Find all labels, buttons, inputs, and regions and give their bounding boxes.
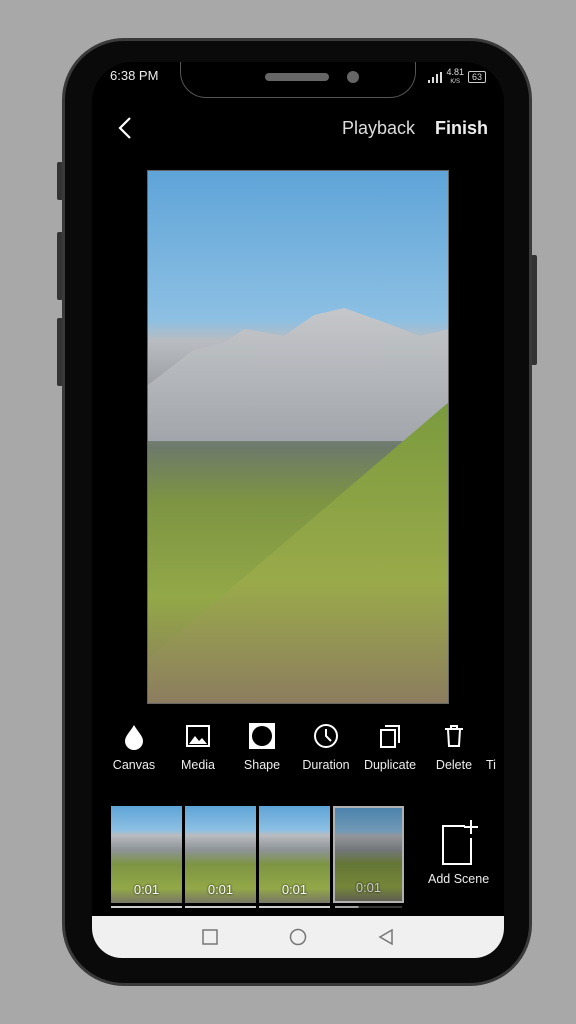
- scene-thumbnail[interactable]: 0:01: [185, 806, 256, 908]
- tool-label: Delete: [435, 758, 473, 772]
- duplicate-button[interactable]: Duplicate: [358, 722, 422, 772]
- playback-button[interactable]: Playback: [342, 118, 415, 139]
- scene-duration: 0:01: [355, 880, 382, 895]
- tool-label: Shape: [243, 758, 281, 772]
- scene-progress: [111, 906, 182, 908]
- finish-button[interactable]: Finish: [435, 118, 488, 139]
- scene-timeline: 0:01 0:01 0:01 0:01: [111, 806, 404, 908]
- speed-value: 4.81: [446, 67, 464, 77]
- canvas-button[interactable]: Canvas: [102, 722, 166, 772]
- camera: [347, 71, 359, 83]
- android-nav-bar: [92, 916, 504, 958]
- add-scene-button[interactable]: Add Scene: [428, 818, 489, 886]
- speed-unit: K/S: [450, 79, 461, 85]
- shape-icon: [249, 723, 275, 749]
- drop-icon: [125, 725, 143, 750]
- chevron-left-icon[interactable]: [114, 114, 138, 142]
- scene-thumbnail-selected[interactable]: 0:01: [333, 806, 404, 908]
- status-icons: 4.81 K/S 63: [428, 68, 486, 86]
- mountains: [148, 308, 448, 441]
- tool-label: Ti: [486, 758, 496, 772]
- blank-icon: [486, 722, 504, 750]
- home-icon[interactable]: [289, 928, 307, 946]
- more-tool-button[interactable]: Ti: [486, 722, 504, 772]
- tool-label: Duration: [302, 758, 350, 772]
- shape-button[interactable]: Shape: [230, 722, 294, 772]
- scene-preview[interactable]: [147, 170, 449, 704]
- tool-label: Canvas: [112, 758, 156, 772]
- trash-icon: [445, 725, 463, 747]
- tool-label: Media: [180, 758, 216, 772]
- add-scene-label: Add Scene: [428, 872, 490, 886]
- duplicate-icon: [380, 725, 400, 748]
- status-time: 6:38 PM: [110, 68, 159, 83]
- recents-icon[interactable]: [202, 929, 219, 945]
- notch: [180, 62, 416, 98]
- scene-duration: 0:01: [207, 882, 234, 897]
- scene-progress: [259, 906, 330, 908]
- tool-label: Duplicate: [363, 758, 417, 772]
- back-triangle-icon[interactable]: [378, 929, 394, 945]
- toolbar: Canvas Media Shape Duration Duplicate De…: [102, 722, 504, 772]
- clock-icon: [314, 724, 338, 748]
- image-icon: [186, 725, 210, 747]
- scene-progress: [335, 906, 402, 908]
- scene-thumbnail[interactable]: 0:01: [259, 806, 330, 908]
- scene-thumbnail[interactable]: 0:01: [111, 806, 182, 908]
- signal-icon: [428, 71, 443, 83]
- delete-button[interactable]: Delete: [422, 722, 486, 772]
- add-scene-icon: [441, 820, 478, 865]
- screen: 6:38 PM 4.81 K/S 63 Playback Finish Canva…: [92, 62, 504, 958]
- net-speed: 4.81 K/S: [446, 68, 464, 86]
- media-button[interactable]: Media: [166, 722, 230, 772]
- speaker: [265, 73, 329, 81]
- scene-duration: 0:01: [281, 882, 308, 897]
- scene-duration: 0:01: [133, 882, 160, 897]
- battery-icon: 63: [467, 71, 486, 83]
- duration-button[interactable]: Duration: [294, 722, 358, 772]
- hillside: [148, 401, 448, 703]
- scene-progress: [185, 906, 256, 908]
